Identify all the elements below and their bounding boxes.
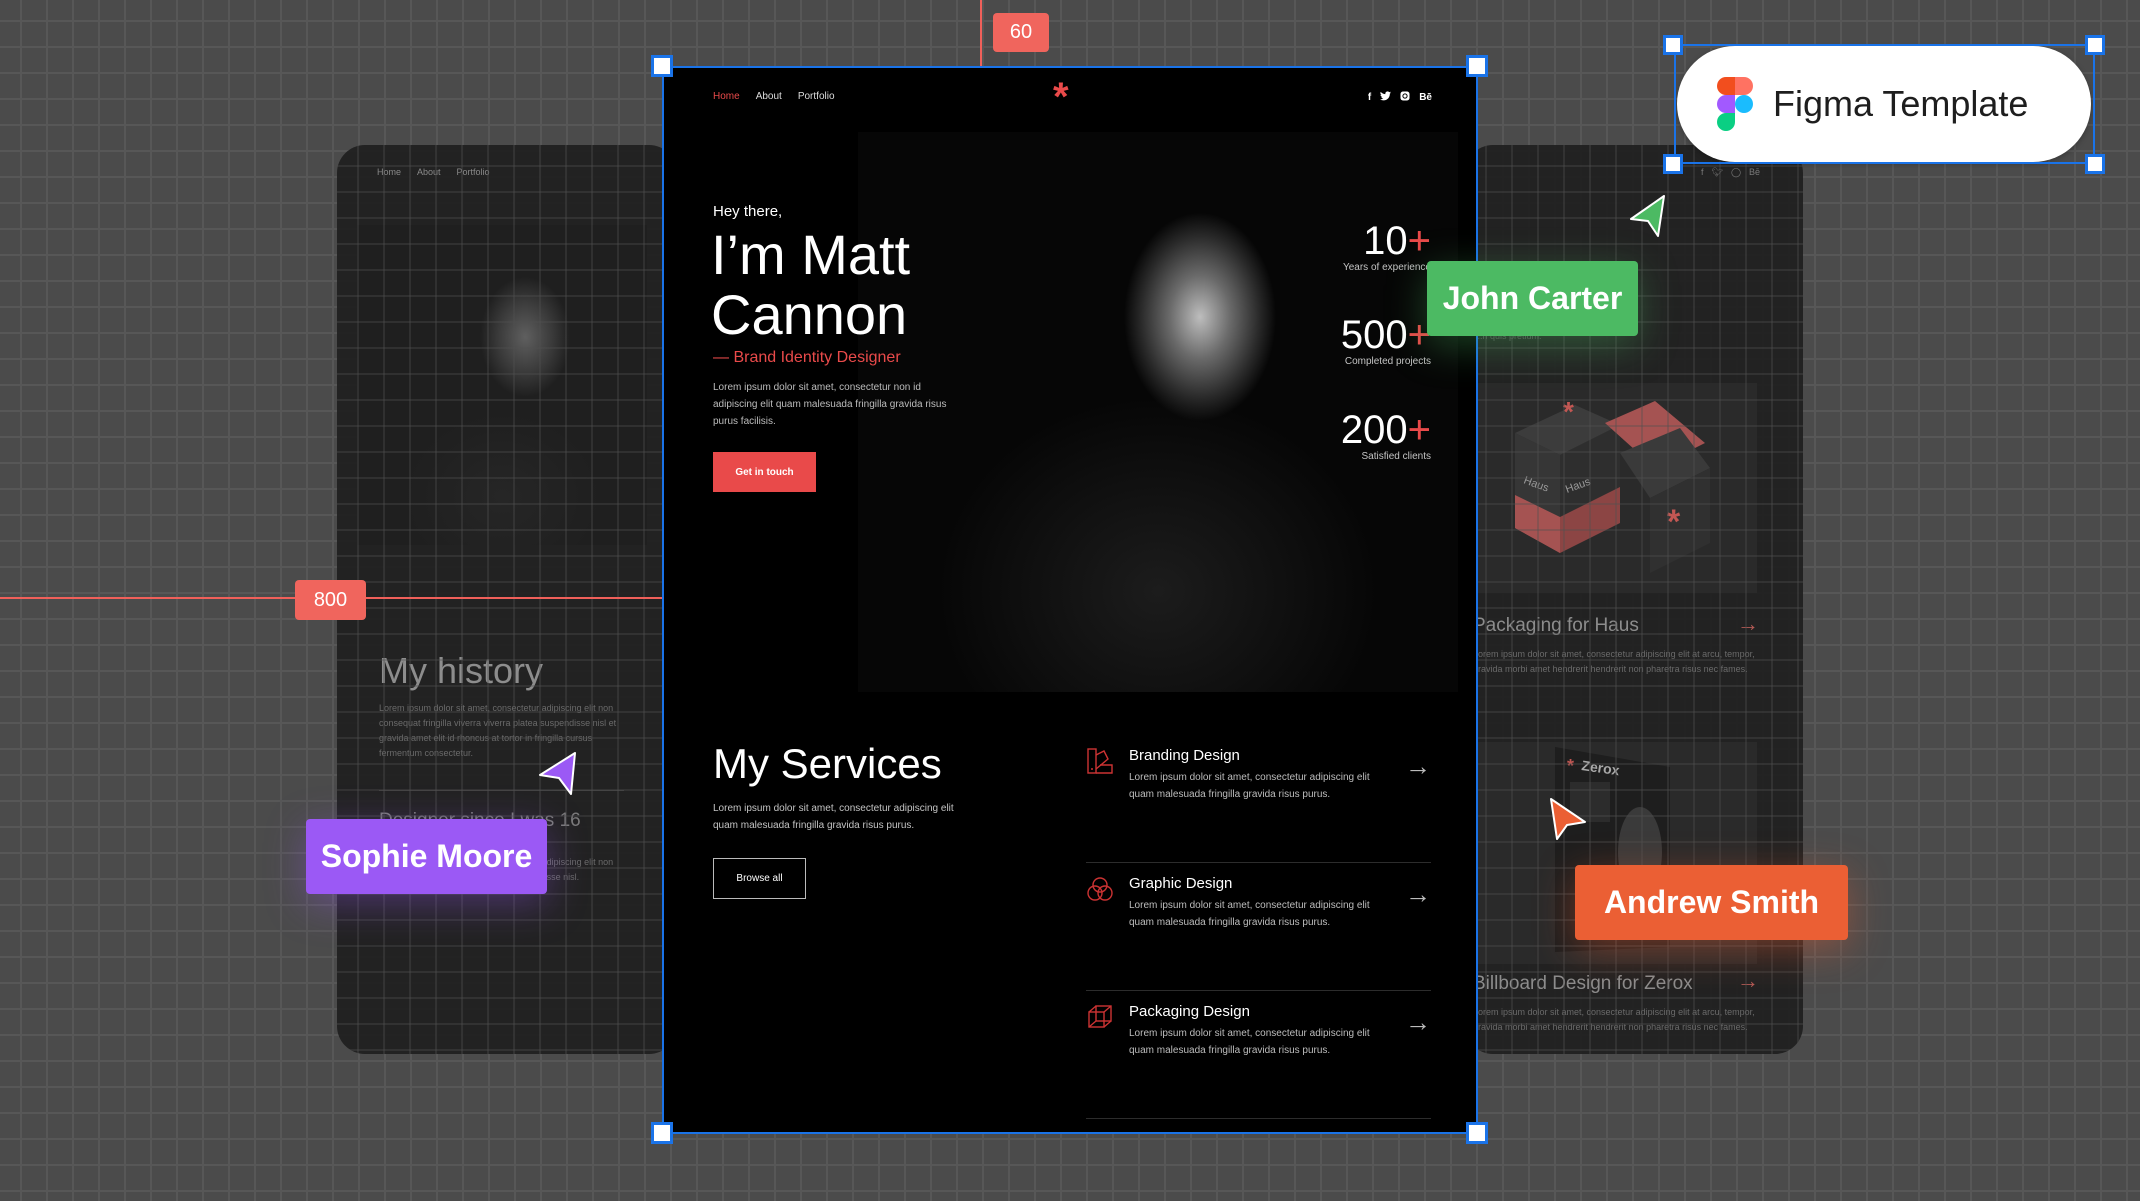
service-name: Branding Design	[1129, 747, 1240, 764]
service-name: Graphic Design	[1129, 875, 1233, 892]
main-nav: Home About Portfolio	[713, 91, 835, 102]
swatch-icon	[1087, 748, 1113, 774]
cursor-sophie-moore-icon	[539, 752, 576, 795]
resize-handle-top-right[interactable]	[2085, 35, 2105, 55]
get-in-touch-button[interactable]: Get in touch	[713, 452, 816, 492]
twitter-icon: 🐦︎	[1711, 167, 1723, 177]
left-preview-card[interactable]: Home About Portfolio My history Lorem ip…	[337, 145, 677, 1054]
left-nav-about: About	[417, 167, 441, 177]
arrow-right-icon[interactable]: →	[1737, 611, 1759, 637]
behance-icon: Bē	[1749, 167, 1761, 177]
cube-icon	[1088, 1005, 1112, 1028]
service-item-packaging[interactable]: Packaging Design Lorem ipsum dolor sit a…	[1086, 991, 1431, 1119]
arrow-right-icon[interactable]: →	[1405, 1009, 1431, 1035]
history-divider	[379, 790, 624, 791]
measure-badge-width: 800	[295, 580, 366, 620]
arrow-right-icon[interactable]: →	[1737, 968, 1759, 994]
collaborator-tag-andrew-smith: Andrew Smith	[1575, 865, 1848, 940]
left-card-portrait	[357, 225, 647, 545]
portfolio-title-zerox[interactable]: Billboard Design for Zerox	[1473, 973, 1693, 995]
history-text: Lorem ipsum dolor sit amet, consectetur …	[379, 703, 617, 758]
stat-projects: 500+ Completed projects	[1341, 314, 1431, 367]
service-desc: Lorem ipsum dolor sit amet, consectetur …	[1129, 1028, 1370, 1056]
services-title: My Services	[713, 740, 942, 787]
twitter-icon[interactable]	[1380, 91, 1392, 104]
behance-icon[interactable]: Bē	[1419, 92, 1432, 103]
collaborator-tag-sophie-moore: Sophie Moore	[306, 819, 547, 894]
stat-label: Years of experience	[1342, 262, 1431, 273]
left-nav-portfolio: Portfolio	[456, 167, 490, 177]
hero-greeting: Hey there,	[713, 203, 783, 220]
vertical-measure-line	[980, 0, 982, 67]
service-desc: Lorem ipsum dolor sit amet, consectetur …	[1129, 772, 1370, 800]
stat-value: 500	[1340, 313, 1408, 357]
resize-handle-bottom-right[interactable]	[2085, 154, 2105, 174]
hero-text: Lorem ipsum dolor sit amet, consectetur …	[713, 382, 947, 427]
stat-clients: 200+ Satisfied clients	[1341, 409, 1431, 462]
left-nav-home: Home	[377, 167, 402, 177]
main-social-links: f Bē	[1368, 91, 1432, 104]
resize-handle-bottom-right[interactable]	[1466, 1122, 1488, 1144]
stat-suffix: +	[1407, 408, 1431, 452]
main-website-frame[interactable]: Home About Portfolio * f Bē Hey there, I…	[663, 67, 1477, 1133]
nav-portfolio[interactable]: Portfolio	[798, 91, 835, 102]
resize-handle-top-right[interactable]	[1466, 55, 1488, 77]
haus-packaging-image: * * Haus Haus	[1475, 383, 1757, 593]
stat-label: Satisfied clients	[1361, 451, 1431, 462]
figma-badge-label: Figma Template	[1773, 83, 2029, 124]
service-item-graphic[interactable]: Graphic Design Lorem ipsum dolor sit ame…	[1086, 863, 1431, 991]
stat-value: 10	[1363, 219, 1408, 263]
collaborator-tag-john-carter: John Carter	[1427, 261, 1638, 336]
instagram-icon: ◯	[1730, 167, 1742, 177]
svg-text:*: *	[1667, 503, 1681, 541]
figma-template-badge[interactable]: Figma Template	[1677, 46, 2091, 162]
hero-name-line2: Cannon	[711, 283, 908, 346]
arrow-right-icon[interactable]: →	[1405, 753, 1431, 779]
service-item-branding[interactable]: Branding Design Lorem ipsum dolor sit am…	[1086, 735, 1431, 863]
portfolio-title-haus[interactable]: Packaging for Haus	[1473, 615, 1639, 637]
resize-handle-bottom-left[interactable]	[1663, 154, 1683, 174]
left-card-nav: Home About Portfolio	[377, 167, 490, 177]
figma-logo-icon	[1717, 77, 1753, 131]
resize-handle-bottom-left[interactable]	[651, 1122, 673, 1144]
service-name: Packaging Design	[1129, 1003, 1250, 1020]
browse-all-button[interactable]: Browse all	[713, 858, 806, 899]
resize-handle-top-left[interactable]	[1663, 35, 1683, 55]
resize-handle-top-left[interactable]	[651, 55, 673, 77]
svg-text:*: *	[1567, 756, 1574, 776]
instagram-icon[interactable]	[1400, 91, 1410, 104]
stat-years: 10+ Years of experience	[1343, 220, 1431, 273]
stat-label: Completed projects	[1344, 356, 1431, 367]
facebook-icon[interactable]: f	[1368, 92, 1371, 103]
measure-badge-top: 60	[993, 13, 1049, 52]
services-text: Lorem ipsum dolor sit amet, consectetur …	[713, 803, 954, 831]
stat-value: 200	[1340, 408, 1408, 452]
facebook-icon: f	[1701, 167, 1704, 177]
venn-circles-icon	[1087, 877, 1113, 901]
hero-name-line1: I’m Matt	[711, 223, 911, 286]
nav-about[interactable]: About	[756, 91, 782, 102]
asterisk-logo-icon[interactable]: *	[1053, 77, 1069, 117]
svg-text:*: *	[1563, 396, 1574, 427]
right-card-social: f 🐦︎ ◯ Bē	[1701, 167, 1760, 178]
hero-role: — Brand Identity Designer	[713, 349, 901, 366]
portfolio-text-zerox: Lorem ipsum dolor sit amet, consectetur …	[1473, 1007, 1755, 1032]
history-title: My history	[379, 650, 544, 691]
service-desc: Lorem ipsum dolor sit amet, consectetur …	[1129, 900, 1370, 928]
stat-suffix: +	[1407, 219, 1431, 263]
nav-home[interactable]: Home	[713, 91, 740, 102]
hero-name: I’m Matt Cannon	[711, 225, 910, 345]
arrow-right-icon[interactable]: →	[1405, 881, 1431, 907]
cursor-andrew-smith-icon	[1550, 798, 1586, 840]
cursor-john-carter-icon	[1630, 195, 1665, 237]
portfolio-text-haus: Lorem ipsum dolor sit amet, consectetur …	[1473, 649, 1755, 674]
